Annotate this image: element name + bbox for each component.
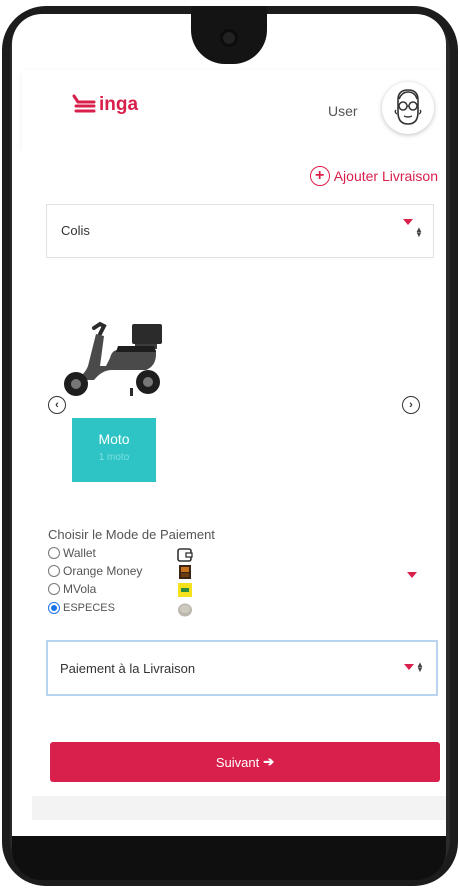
vehicle-subtitle: 1 moto: [98, 452, 130, 463]
payment-option-mvola[interactable]: MVola: [48, 582, 96, 596]
carousel-prev-button[interactable]: ‹: [48, 396, 66, 414]
lingo-logo-icon: [72, 94, 96, 113]
radio-orange-money[interactable]: [48, 565, 60, 577]
radio-especes[interactable]: [48, 602, 60, 614]
scooter-icon: [64, 321, 162, 396]
app-header: inga User: [22, 70, 446, 150]
caret-down-icon: [404, 664, 414, 670]
payment-option-label: Wallet: [63, 546, 96, 560]
radio-mvola[interactable]: [48, 583, 60, 595]
caret-down-icon: [403, 219, 413, 225]
add-delivery-link[interactable]: + Ajouter Livraison: [309, 166, 438, 186]
payment-option-label: MVola: [63, 582, 97, 596]
vehicle-name: Moto: [98, 431, 130, 447]
add-delivery-label: Ajouter Livraison: [333, 168, 438, 184]
next-button[interactable]: Suivant ➔: [50, 742, 440, 782]
phone-bottom-bezel: [12, 836, 446, 880]
radio-wallet[interactable]: [48, 547, 60, 559]
main-content: + Ajouter Livraison Colis ▲ ▼ ‹ › Moto 1 …: [22, 150, 446, 820]
next-button-label: Suivant: [215, 754, 260, 770]
wallet-icon: [177, 548, 193, 562]
payment-option-especes[interactable]: ESPECES: [48, 602, 115, 614]
payment-option-label: Orange Money: [63, 564, 143, 578]
payment-caret-down-icon[interactable]: [407, 572, 417, 578]
payment-method-select[interactable]: Paiement à la Livraison ▲ ▼: [46, 640, 438, 696]
user-avatar[interactable]: [382, 82, 434, 134]
brand-name: inga: [99, 94, 139, 115]
payment-mode-title: Choisir le Mode de Paiement: [48, 527, 215, 542]
brand-logo[interactable]: inga: [72, 94, 138, 116]
plus-circle-icon: +: [309, 166, 330, 186]
vehicle-card-moto[interactable]: Moto 1 moto: [72, 418, 156, 482]
payment-option-label: ESPECES: [63, 602, 115, 614]
orange-money-icon: [179, 565, 191, 579]
arrow-right-icon: ➔: [263, 754, 275, 769]
payment-option-wallet[interactable]: Wallet: [48, 546, 96, 560]
package-type-select[interactable]: Colis ▲ ▼: [46, 204, 434, 258]
footer-strip: [32, 796, 446, 820]
front-camera: [220, 29, 238, 47]
phone-notch: [191, 6, 267, 64]
avatar-face-icon: [394, 89, 422, 125]
sort-arrows-icon: ▲ ▼: [416, 660, 424, 674]
user-label: User: [328, 103, 358, 119]
payment-option-orange-money[interactable]: Orange Money: [48, 564, 142, 578]
payment-method-value: Paiement à la Livraison: [60, 661, 196, 676]
carousel-next-button[interactable]: ›: [402, 396, 420, 414]
sort-arrows-icon: ▲ ▼: [415, 225, 423, 239]
mvola-icon: [178, 583, 192, 597]
coin-icon: [178, 603, 192, 617]
package-type-value: Colis: [61, 223, 90, 238]
phone-screen: inga User + Ajouter Livraison Colis ▲▼: [12, 14, 446, 836]
